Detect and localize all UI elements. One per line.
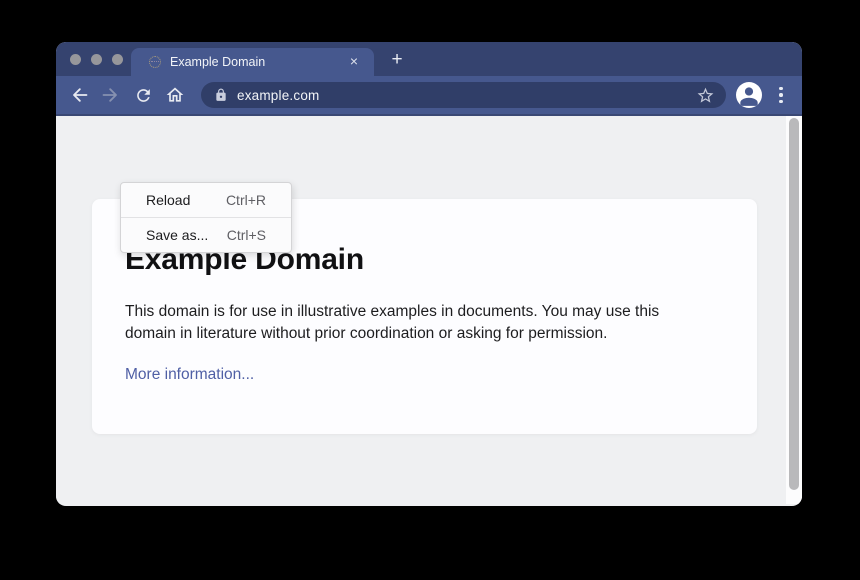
- page-paragraph: This domain is for use in illustrative e…: [125, 301, 705, 344]
- tab-bar: Example Domain × +: [56, 42, 802, 76]
- browser-window: Example Domain × +: [56, 42, 802, 506]
- reload-button[interactable]: [131, 83, 155, 107]
- tab-title: Example Domain: [170, 55, 346, 69]
- back-button[interactable]: [67, 83, 91, 107]
- dot-icon: [779, 100, 783, 104]
- profile-avatar-button[interactable]: [736, 82, 762, 108]
- maximize-window-button[interactable]: [112, 54, 123, 65]
- scrollbar-track[interactable]: [786, 116, 802, 504]
- home-button[interactable]: [163, 83, 187, 107]
- globe-favicon-icon: [149, 56, 161, 68]
- home-icon: [165, 85, 185, 105]
- context-menu-item-save-as[interactable]: Save as... Ctrl+S: [121, 217, 291, 252]
- tab-example-domain[interactable]: Example Domain ×: [131, 48, 374, 76]
- person-icon: [736, 82, 762, 108]
- back-arrow-icon: [69, 85, 89, 105]
- url-text[interactable]: example.com: [237, 88, 696, 103]
- reload-icon: [134, 86, 153, 105]
- browser-toolbar: example.com: [56, 76, 802, 116]
- bookmark-star-icon[interactable]: [696, 86, 715, 105]
- context-menu-item-reload[interactable]: Reload Ctrl+R: [121, 183, 291, 217]
- more-information-link[interactable]: More information...: [125, 366, 254, 384]
- forward-arrow-icon: [101, 85, 121, 105]
- close-window-button[interactable]: [70, 54, 81, 65]
- new-tab-button[interactable]: +: [386, 49, 408, 71]
- context-menu: Reload Ctrl+R Save as... Ctrl+S: [120, 182, 292, 253]
- minimize-window-button[interactable]: [91, 54, 102, 65]
- browser-menu-button[interactable]: [774, 87, 788, 104]
- menu-item-shortcut: Ctrl+R: [226, 192, 266, 208]
- address-bar[interactable]: example.com: [201, 82, 726, 108]
- menu-item-label: Save as...: [146, 227, 208, 243]
- scrollbar-thumb[interactable]: [789, 118, 799, 490]
- tab-close-icon[interactable]: ×: [346, 54, 362, 70]
- dot-icon: [779, 87, 783, 91]
- forward-button[interactable]: [99, 83, 123, 107]
- traffic-lights: [70, 54, 123, 65]
- lock-icon: [214, 88, 228, 102]
- menu-item-label: Reload: [146, 192, 190, 208]
- dot-icon: [779, 93, 783, 97]
- menu-item-shortcut: Ctrl+S: [227, 227, 266, 243]
- page-viewport: Example Domain This domain is for use in…: [56, 116, 802, 504]
